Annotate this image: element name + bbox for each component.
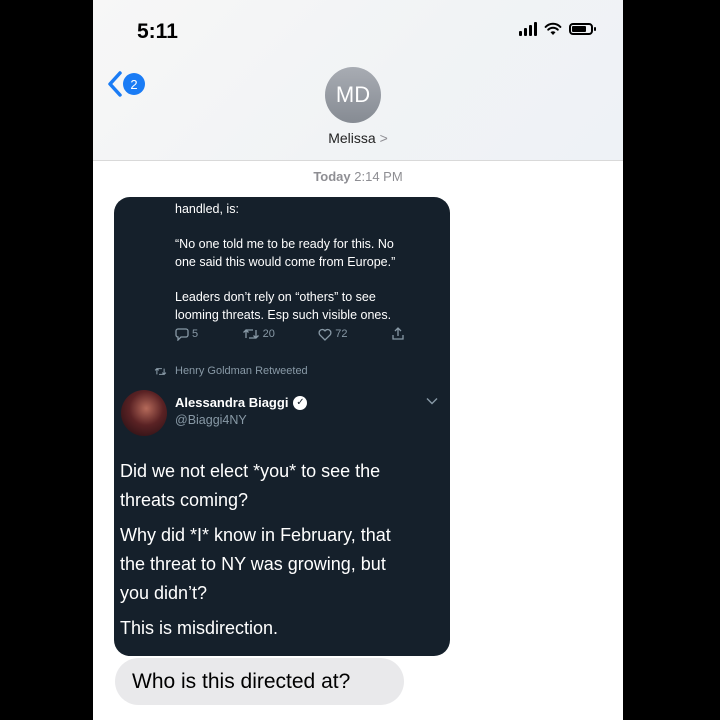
tweet1-actions: 5 20 72 bbox=[175, 327, 405, 341]
caret-down-icon bbox=[426, 398, 438, 405]
contact-name: Melissa bbox=[328, 130, 376, 146]
share-icon bbox=[392, 327, 404, 340]
back-chevron-icon bbox=[108, 71, 122, 97]
tweet1-line: Leaders don’t rely on “others” to see bbox=[175, 290, 376, 304]
tweet2-line: the threat to NY was growing, but bbox=[120, 554, 386, 574]
contact-name-button[interactable]: Melissa > bbox=[93, 130, 623, 146]
author-name: Alessandra Biaggi bbox=[175, 395, 289, 410]
tweet2-line: Why did *I* know in February, that bbox=[120, 525, 391, 545]
author-handle: @Biaggi4NY bbox=[175, 413, 247, 427]
contact-avatar[interactable]: MD bbox=[325, 67, 381, 123]
unread-badge: 2 bbox=[123, 73, 145, 95]
tweet2-line: Did we not elect *you* to see the bbox=[120, 461, 381, 481]
reply-count: 5 bbox=[192, 328, 199, 340]
tweet1-line: one said this would come from Europe.” bbox=[175, 255, 396, 269]
like-count: 72 bbox=[335, 328, 348, 340]
retweet-count: 20 bbox=[262, 328, 275, 340]
tweet2-line: you didn’t? bbox=[120, 583, 208, 603]
retweet-icon bbox=[154, 367, 167, 375]
message-timestamp: Today 2:14 PM bbox=[93, 169, 623, 184]
tweet2-author: Alessandra Biaggi ✓ bbox=[175, 395, 308, 410]
signal-icon bbox=[519, 22, 537, 36]
conversation-header: 5:11 2 MD Melissa > bbox=[93, 0, 623, 161]
back-button[interactable]: 2 bbox=[107, 70, 145, 98]
verified-icon: ✓ bbox=[293, 395, 308, 410]
tweet-retweet-action: 20 bbox=[242, 328, 275, 340]
tweet1-line: “No one told me to be ready for this. No bbox=[175, 237, 394, 251]
status-icons bbox=[519, 22, 596, 36]
tweet2-line: threats coming? bbox=[120, 490, 249, 510]
phone-screen: 5:11 2 MD Melissa > Today 2:14 PM handle… bbox=[93, 0, 623, 720]
tweet-like-action: 72 bbox=[318, 328, 348, 341]
tweet1-line: looming threats. Esp such visible ones. bbox=[175, 308, 392, 322]
retweeted-by: Henry Goldman Retweeted bbox=[154, 365, 308, 377]
author-avatar bbox=[121, 390, 167, 436]
timestamp-day: Today bbox=[313, 169, 351, 184]
tweet1-line: handled, is: bbox=[175, 202, 239, 216]
retweeted-by-text: Henry Goldman Retweeted bbox=[175, 365, 308, 377]
chevron-right-icon: > bbox=[379, 130, 388, 146]
wifi-icon bbox=[544, 22, 562, 35]
tweet-reply-action: 5 bbox=[175, 327, 199, 341]
retweet-icon bbox=[242, 329, 259, 339]
reply-icon bbox=[175, 327, 189, 341]
battery-icon bbox=[569, 23, 596, 35]
status-time: 5:11 bbox=[137, 20, 178, 43]
received-message-bubble[interactable]: Who is this directed at? bbox=[115, 658, 404, 705]
image-attachment[interactable]: handled, is: “No one told me to be ready… bbox=[114, 197, 450, 656]
tweet2-line: This is misdirection. bbox=[120, 618, 279, 638]
timestamp-time: 2:14 PM bbox=[354, 169, 403, 184]
like-icon bbox=[318, 328, 332, 341]
